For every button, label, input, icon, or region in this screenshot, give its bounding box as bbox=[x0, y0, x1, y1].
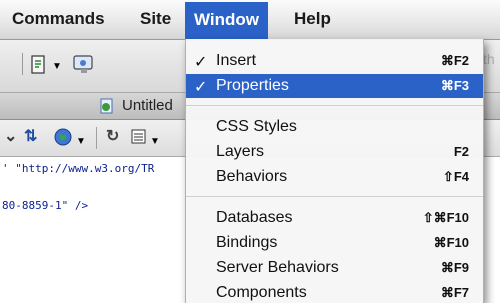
menu-item-shortcut: ⇧⌘F10 bbox=[422, 210, 469, 225]
menu-item-insert[interactable]: ✓ Insert ⌘F2 bbox=[186, 49, 483, 73]
menu-item-label: Behaviors bbox=[216, 168, 288, 185]
document-tab-title[interactable]: Untitled bbox=[122, 97, 173, 114]
menu-item-shortcut: ⌘F3 bbox=[440, 78, 469, 93]
chevron-down-icon[interactable]: ▼ bbox=[150, 133, 160, 151]
menu-site[interactable]: Site bbox=[140, 8, 171, 30]
menu-item-shortcut: ⌘F9 bbox=[440, 260, 469, 275]
refresh-icon[interactable]: ↻ bbox=[106, 128, 119, 146]
toolbar-divider bbox=[96, 127, 97, 149]
menu-item-shortcut: ⇧F4 bbox=[442, 169, 469, 184]
new-page-icon[interactable] bbox=[30, 55, 48, 80]
menu-window[interactable]: Window bbox=[185, 2, 268, 39]
document-icon bbox=[99, 98, 115, 119]
preview-icon[interactable] bbox=[72, 54, 96, 81]
menu-item-label: Properties bbox=[216, 77, 289, 94]
menu-item-shortcut: F2 bbox=[453, 144, 469, 159]
chevron-down-icon[interactable]: ▼ bbox=[52, 58, 62, 76]
partial-tool-icon[interactable]: ⌄ bbox=[4, 128, 17, 146]
menu-item-databases[interactable]: Databases ⇧⌘F10 bbox=[186, 206, 483, 230]
view-options-icon[interactable] bbox=[130, 128, 148, 151]
chevron-down-icon[interactable]: ▼ bbox=[76, 133, 86, 151]
menu-item-shortcut: ⌘F2 bbox=[440, 53, 469, 68]
sort-icon[interactable]: ⇅ bbox=[24, 128, 37, 146]
menu-item-label: Insert bbox=[216, 52, 257, 69]
globe-icon[interactable] bbox=[54, 128, 74, 151]
menu-item-layers[interactable]: Layers F2 bbox=[186, 140, 483, 164]
menu-separator bbox=[186, 105, 483, 106]
menu-item-shortcut: ⌘F10 bbox=[433, 235, 469, 250]
menu-item-css-styles[interactable]: CSS Styles bbox=[186, 115, 483, 139]
menu-item-label: CSS Styles bbox=[216, 118, 297, 135]
menu-item-server-behaviors[interactable]: Server Behaviors ⌘F9 bbox=[186, 256, 483, 280]
menu-item-label: Server Behaviors bbox=[216, 259, 339, 276]
code-line: ' "http://www.w3.org/TR bbox=[2, 162, 155, 175]
menu-item-behaviors[interactable]: Behaviors ⇧F4 bbox=[186, 165, 483, 189]
menu-item-components[interactable]: Components ⌘F7 bbox=[186, 281, 483, 303]
code-line: 80-8859-1" /> bbox=[2, 199, 89, 212]
menu-item-shortcut: ⌘F7 bbox=[440, 285, 469, 300]
menu-item-properties[interactable]: ✓ Properties ⌘F3 bbox=[186, 74, 483, 98]
menu-item-label: Layers bbox=[216, 143, 265, 160]
menu-item-label: Components bbox=[216, 284, 307, 301]
menu-bar: Commands Site Window Help bbox=[0, 0, 500, 40]
toolbar-divider bbox=[22, 53, 23, 75]
menu-item-bindings[interactable]: Bindings ⌘F10 bbox=[186, 231, 483, 255]
window-menu-dropdown: ✓ Insert ⌘F2 ✓ Properties ⌘F3 CSS Styles Layers… bbox=[185, 39, 484, 303]
checkmark-icon: ✓ bbox=[194, 79, 208, 96]
menu-commands[interactable]: Commands bbox=[12, 8, 105, 30]
menu-separator bbox=[186, 196, 483, 197]
obscured-toolbar-text: th bbox=[483, 51, 495, 67]
checkmark-icon: ✓ bbox=[194, 54, 208, 71]
menu-item-label: Bindings bbox=[216, 234, 278, 251]
menu-help[interactable]: Help bbox=[294, 8, 331, 30]
menu-item-label: Databases bbox=[216, 209, 293, 226]
